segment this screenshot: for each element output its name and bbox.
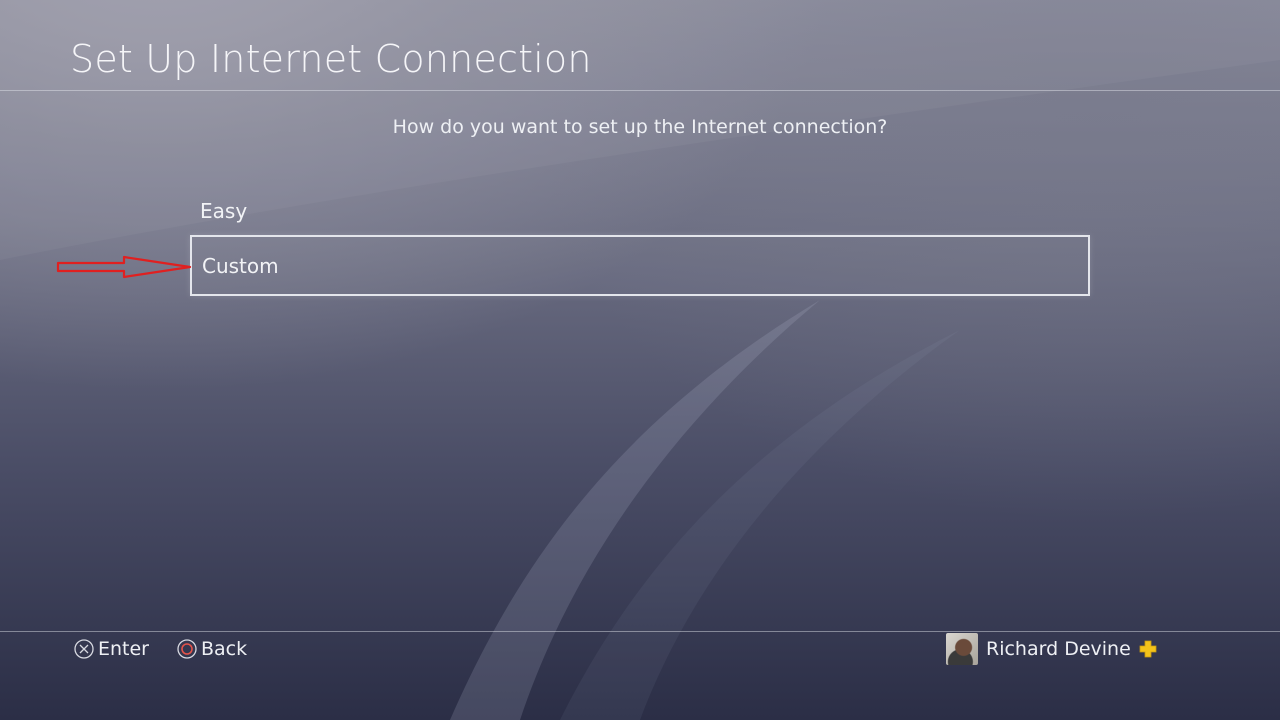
setup-question: How do you want to set up the Internet c… [392,116,888,138]
circle-button-icon [177,639,197,659]
back-hint: Back [177,636,247,662]
avatar [946,633,978,665]
enter-hint: Enter [74,636,149,662]
option-easy[interactable]: Easy [190,180,1090,241]
background-wave [0,0,1280,720]
red-arrow-annotation [56,255,192,279]
user-name: Richard Devine [986,638,1131,660]
user-profile: Richard Devine [946,633,1157,665]
enter-label: Enter [98,638,149,660]
back-label: Back [201,638,248,660]
cross-button-icon [74,639,94,659]
option-custom-label: Custom [202,253,279,278]
option-easy-label: Easy [200,198,248,223]
header-divider [0,90,1280,91]
page-title: Set Up Internet Connection [70,37,592,81]
footer-divider [0,631,1280,632]
option-custom[interactable]: Custom [190,235,1090,296]
playstation-plus-icon [1139,640,1157,658]
